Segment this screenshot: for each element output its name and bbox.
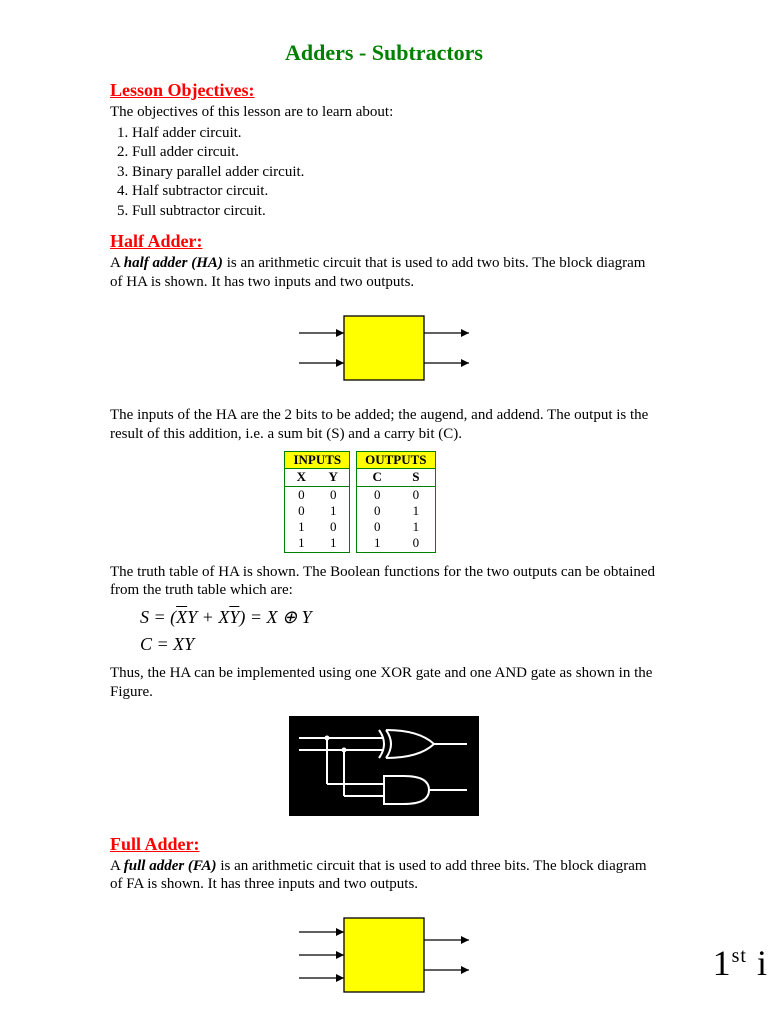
corner-tail: i (747, 943, 768, 983)
cell: 0 (397, 486, 435, 503)
lesson-objectives-heading: Lesson Objectives: (110, 80, 658, 101)
full-adder-term: full adder (FA) (124, 858, 217, 874)
lesson-list: Half adder circuit. Full adder circuit. … (110, 124, 658, 222)
table-header: OUTPUTS (357, 452, 435, 469)
cell: 0 (317, 486, 349, 503)
col-header: X (285, 469, 317, 486)
full-adder-p1: A full adder (FA) is an arithmetic circu… (110, 857, 658, 895)
half-adder-p3: The truth table of HA is shown. The Bool… (110, 563, 658, 601)
corner-sup: st (732, 945, 747, 967)
cell: 1 (397, 503, 435, 519)
col-header: C (357, 469, 398, 486)
corner-num: 1 (713, 943, 732, 983)
table-header: INPUTS (285, 452, 350, 469)
list-item: Full adder circuit. (132, 143, 658, 163)
block-diagram-icon (284, 308, 484, 388)
col-header: Y (317, 469, 349, 486)
cell: 1 (397, 519, 435, 535)
eq-text: C (140, 634, 152, 654)
cell: 0 (285, 503, 317, 519)
half-adder-p2: The inputs of the HA are the 2 bits to b… (110, 406, 658, 444)
half-adder-term: half adder (HA) (124, 255, 223, 271)
cell: 0 (285, 486, 317, 503)
eq-text: ) = (239, 607, 266, 627)
page-corner-label: 1st i (713, 942, 768, 984)
fa-block-diagram (110, 910, 658, 1000)
cell: 1 (285, 535, 317, 552)
half-adder-heading: Half Adder: (110, 231, 658, 252)
equation-c: C = XY (140, 631, 658, 658)
eq-text: = (152, 634, 173, 654)
cell: 0 (357, 486, 398, 503)
col-header: S (397, 469, 435, 486)
eq-text: = ( (149, 607, 176, 627)
eq-text: ⊕ (277, 607, 301, 627)
page-title: Adders - Subtractors (110, 40, 658, 66)
cell: 0 (317, 519, 349, 535)
half-adder-p1: A half adder (HA) is an arithmetic circu… (110, 254, 658, 292)
ha-block-diagram (110, 308, 658, 388)
eq-text: Y (302, 607, 312, 627)
lesson-intro: The objectives of this lesson are to lea… (110, 103, 658, 122)
cell: 0 (397, 535, 435, 552)
eq-overline: X (176, 607, 187, 627)
ha-circuit-figure (110, 716, 658, 816)
block-diagram-icon (284, 910, 484, 1000)
eq-text: XY (173, 634, 194, 654)
equation-s: S = (XY + XY) = X ⊕ Y (140, 604, 658, 631)
list-item: Binary parallel adder circuit. (132, 163, 658, 183)
eq-text: + (197, 607, 218, 627)
list-item: Half adder circuit. (132, 124, 658, 144)
eq-text: X (218, 607, 229, 627)
cell: 1 (357, 535, 398, 552)
eq-text: S (140, 607, 149, 627)
text: A (110, 255, 124, 271)
eq-text: Y (187, 607, 197, 627)
truth-table: INPUTS X Y 00 01 10 11 OUTPUTS C S (260, 451, 460, 552)
truth-table-outputs: OUTPUTS C S 00 01 01 10 (356, 451, 435, 552)
truth-table-inputs: INPUTS X Y 00 01 10 11 (284, 451, 350, 552)
list-item: Half subtractor circuit. (132, 182, 658, 202)
list-item: Full subtractor circuit. (132, 202, 658, 222)
text: A (110, 858, 124, 874)
equations: S = (XY + XY) = X ⊕ Y C = XY (140, 604, 658, 658)
circuit-icon (289, 716, 479, 816)
page: Adders - Subtractors Lesson Objectives: … (0, 0, 768, 1000)
eq-overline: Y (229, 607, 239, 627)
cell: 0 (357, 503, 398, 519)
cell: 1 (285, 519, 317, 535)
eq-text: X (266, 607, 277, 627)
cell: 1 (317, 503, 349, 519)
cell: 1 (317, 535, 349, 552)
cell: 0 (357, 519, 398, 535)
half-adder-p4: Thus, the HA can be implemented using on… (110, 664, 658, 702)
full-adder-heading: Full Adder: (110, 834, 658, 855)
